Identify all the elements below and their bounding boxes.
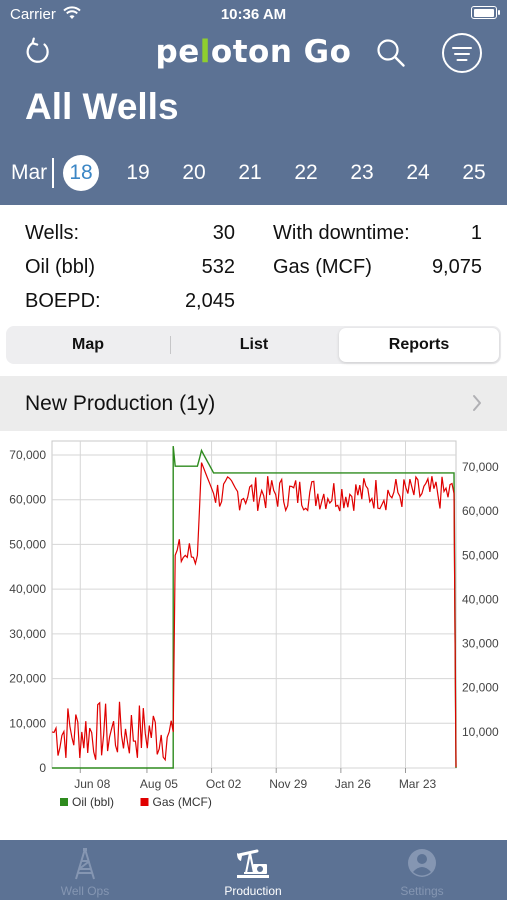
app-header: Carrier 10:36 AM peloton Go All Wells Ma…: [0, 0, 507, 205]
tab-settings[interactable]: Settings: [362, 840, 482, 900]
gas-value: 9,075: [431, 256, 482, 278]
month-label: Mar: [11, 161, 48, 184]
y-right-tick-label: 60,000: [462, 504, 499, 518]
month-divider: [52, 158, 54, 188]
day-item[interactable]: 20: [174, 161, 214, 185]
pumpjack-icon: [237, 849, 269, 878]
battery-icon: [471, 6, 500, 19]
legend-swatch: [60, 798, 68, 806]
y-right-tick-label: 40,000: [462, 592, 499, 606]
logo-accent: l: [199, 34, 211, 70]
tab-label: Production: [224, 884, 282, 898]
boepd-label: BOEPD:: [25, 290, 101, 312]
report-row[interactable]: New Production (1y): [0, 376, 507, 431]
logo-text-end: oton Go: [210, 34, 352, 70]
x-tick-label: Nov 29: [269, 777, 307, 791]
legend-label: Gas (MCF): [153, 795, 212, 809]
day-item[interactable]: 19: [118, 161, 158, 185]
y-left-tick-label: 40,000: [9, 582, 46, 596]
status-bar: Carrier 10:36 AM: [0, 0, 507, 28]
summary-stats: Wells: 30 Oil (bbl) 532 BOEPD: 2,045 Wit…: [0, 205, 507, 315]
y-right-tick-label: 70,000: [462, 460, 499, 474]
y-left-tick-label: 60,000: [9, 493, 46, 507]
y-left-tick-label: 70,000: [9, 448, 46, 462]
logo-text-start: pe: [155, 34, 200, 70]
day-item[interactable]: 23: [342, 161, 382, 185]
gas-label: Gas (MCF): [273, 256, 372, 278]
date-strip: Mar 18 19 20 21 22 23 24 25: [0, 150, 507, 196]
wells-value: 30: [212, 222, 235, 244]
y-right-tick-label: 20,000: [462, 681, 499, 695]
x-tick-label: Mar 23: [399, 777, 437, 791]
view-segmented-control: Map List Reports: [6, 326, 501, 364]
day-item[interactable]: 25: [454, 161, 494, 185]
x-tick-label: Aug 05: [140, 777, 178, 791]
x-tick-label: Jun 08: [74, 777, 110, 791]
downtime-label: With downtime:: [273, 222, 410, 244]
y-left-tick-label: 50,000: [9, 537, 46, 551]
day-selected[interactable]: 18: [63, 155, 99, 191]
y-left-tick-label: 10,000: [9, 716, 46, 730]
tab-label: Settings: [400, 884, 444, 898]
y-right-tick-label: 10,000: [462, 725, 499, 739]
downtime-value: 1: [470, 222, 482, 244]
tab-bar: Well Ops Production Settings: [0, 840, 507, 900]
oil-derrick-icon: [75, 848, 95, 880]
tab-well-ops[interactable]: Well Ops: [25, 840, 145, 900]
page-title: All Wells: [25, 86, 179, 127]
menu-icon[interactable]: [442, 33, 482, 73]
search-icon[interactable]: [374, 36, 408, 70]
x-tick-label: Jan 26: [335, 777, 371, 791]
legend-swatch: [140, 798, 149, 806]
y-right-tick-label: 30,000: [462, 637, 499, 651]
wells-label: Wells:: [25, 222, 80, 244]
oil-label: Oil (bbl): [25, 256, 96, 278]
tab-map[interactable]: Map: [6, 326, 170, 364]
tab-label: Well Ops: [60, 884, 110, 898]
x-tick-label: Oct 02: [206, 777, 242, 791]
tab-reports[interactable]: Reports: [339, 328, 499, 362]
report-title: New Production (1y): [25, 392, 216, 415]
y-left-tick-label: 0: [39, 761, 46, 775]
plot-area: [51, 440, 457, 769]
app-logo: peloton Go: [0, 34, 507, 70]
person-icon: [408, 849, 436, 877]
y-left-tick-label: 30,000: [9, 627, 46, 641]
production-chart: 0 10,000 20,000 30,000 40,000 50,000 60,000 70,…: [9, 440, 499, 809]
y-right-tick-label: 50,000: [462, 548, 499, 562]
battery-level: [473, 8, 494, 17]
boepd-value: 2,045: [184, 290, 235, 312]
y-left-tick-label: 20,000: [9, 672, 46, 686]
day-item[interactable]: 21: [230, 161, 270, 185]
status-time: 10:36 AM: [220, 6, 287, 23]
tab-production[interactable]: Production: [193, 840, 313, 900]
oil-value: 532: [201, 256, 235, 278]
chevron-right-icon: [473, 395, 481, 411]
day-item[interactable]: 24: [398, 161, 438, 185]
tab-list[interactable]: List: [171, 326, 337, 364]
day-item[interactable]: 22: [286, 161, 326, 185]
legend-label: Oil (bbl): [72, 795, 114, 809]
